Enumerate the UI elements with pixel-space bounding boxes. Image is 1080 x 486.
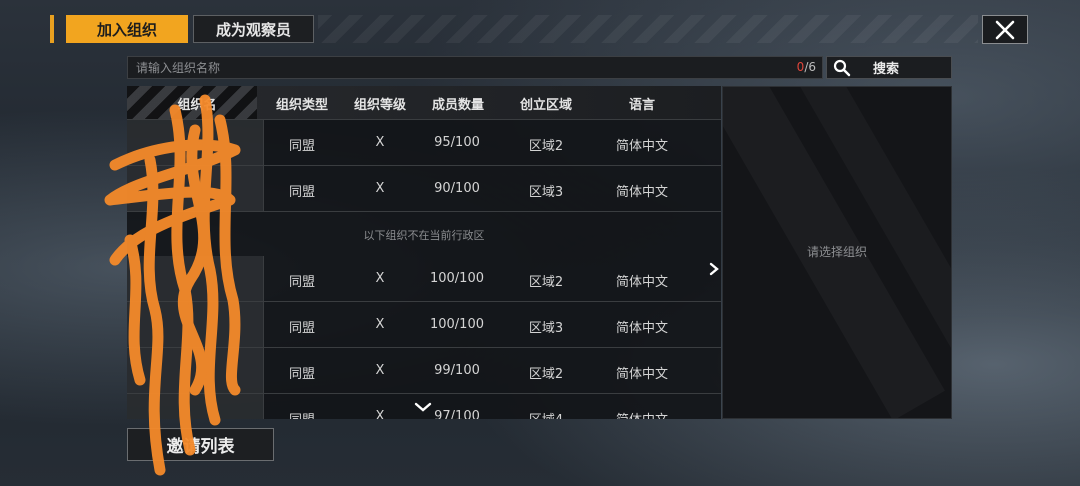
cell-region: 区域3 — [528, 185, 564, 200]
cell-members: 99/100 — [434, 363, 480, 378]
char-counter: 0/6 — [797, 60, 816, 74]
cell-members: 100/100 — [429, 271, 484, 286]
cell-region: 区域2 — [528, 139, 564, 154]
top-bar-decoration — [318, 15, 978, 43]
cell-type: 同盟 — [267, 409, 337, 419]
search-button-label: 搜索 — [873, 62, 900, 77]
search-button[interactable]: 搜索 — [826, 56, 952, 79]
cell-level: X — [375, 135, 385, 150]
cell-language: 简体中文 — [615, 367, 668, 382]
search-bar: 0/6 — [127, 56, 823, 79]
close-button[interactable] — [982, 15, 1028, 44]
cell-language: 简体中文 — [603, 409, 681, 419]
cell-type: 同盟 — [288, 185, 315, 200]
redaction-scribble — [104, 94, 241, 476]
col-header-language: 语言 — [628, 98, 655, 113]
cell-region: 区域2 — [528, 367, 564, 382]
cell-members: 90/100 — [434, 181, 480, 196]
cell-level: X — [375, 271, 385, 286]
cell-members: 100/100 — [429, 317, 484, 332]
search-icon — [833, 59, 851, 77]
chevron-right-icon — [709, 262, 719, 276]
cell-members: 95/100 — [434, 135, 480, 150]
cell-region: 区域2 — [528, 275, 564, 290]
col-header-level: 组织等级 — [353, 98, 406, 113]
close-icon — [995, 20, 1015, 39]
select-organization-hint: 请选择组织 — [806, 245, 867, 259]
scroll-down-button[interactable] — [413, 398, 433, 417]
cell-language: 简体中文 — [615, 275, 668, 290]
cell-region: 区域4 — [511, 409, 581, 419]
cell-level: X — [375, 181, 385, 196]
expand-panel-button[interactable] — [709, 262, 719, 280]
cell-type: 同盟 — [288, 367, 315, 382]
chevron-down-icon — [414, 402, 432, 412]
cell-language: 简体中文 — [615, 321, 668, 336]
tab-join-organization[interactable]: 加入组织 — [66, 15, 188, 43]
cell-level: X — [375, 363, 385, 378]
cell-type: 同盟 — [288, 275, 315, 290]
cell-level: X — [375, 317, 385, 332]
char-count-max: /6 — [804, 60, 816, 74]
organization-detail-panel: 请选择组织 — [722, 86, 952, 419]
cell-region: 区域3 — [528, 321, 564, 336]
tab-become-observer[interactable]: 成为观察员 — [193, 15, 314, 43]
cell-type: 同盟 — [288, 321, 315, 336]
cell-type: 同盟 — [288, 139, 315, 154]
col-header-type: 组织类型 — [275, 98, 328, 113]
col-header-members: 成员数量 — [431, 98, 484, 113]
search-input[interactable] — [136, 57, 776, 78]
cell-language: 简体中文 — [615, 185, 668, 200]
tab-accent-bar — [50, 15, 54, 43]
cell-level: X — [375, 409, 385, 419]
col-header-region: 创立区域 — [519, 98, 572, 113]
cell-language: 简体中文 — [615, 139, 668, 154]
